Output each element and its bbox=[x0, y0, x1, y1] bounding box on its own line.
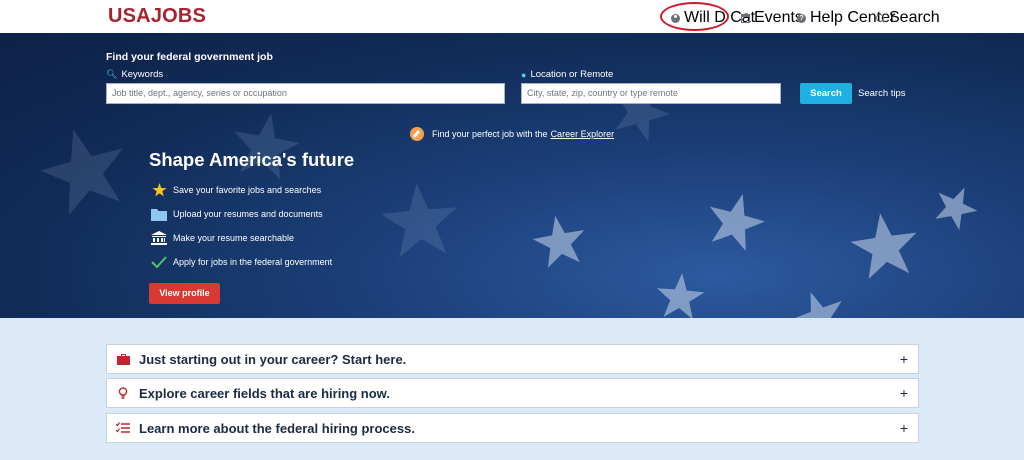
feature-item: Save your favorite jobs and searches bbox=[151, 183, 321, 197]
plus-icon[interactable]: + bbox=[900, 420, 908, 436]
feature-item: Upload your resumes and documents bbox=[151, 207, 323, 221]
accordion-hiring-process[interactable]: Learn more about the federal hiring proc… bbox=[106, 413, 919, 443]
feature-text: Upload your resumes and documents bbox=[173, 209, 323, 219]
location-input[interactable]: City, state, zip, country or type remote bbox=[521, 83, 781, 104]
keywords-input[interactable]: Job title, dept., agency, series or occu… bbox=[106, 83, 505, 104]
keywords-label: 🔍︎ Keywords bbox=[106, 69, 163, 80]
folder-icon bbox=[151, 207, 167, 221]
compass-icon bbox=[410, 127, 424, 141]
usajobs-logo[interactable]: USAJOBS bbox=[108, 5, 206, 28]
search-icon: 🔍︎ bbox=[106, 69, 118, 79]
location-label: ● Location or Remote bbox=[521, 69, 613, 80]
events-link[interactable]: Events bbox=[741, 9, 803, 27]
checklist-icon bbox=[107, 422, 139, 434]
accordion-career-start[interactable]: Just starting out in your career? Start … bbox=[106, 344, 919, 374]
location-pin-icon: ● bbox=[521, 69, 527, 80]
plus-icon[interactable]: + bbox=[900, 385, 908, 401]
career-explorer-link[interactable]: Career Explorer bbox=[551, 129, 615, 139]
building-icon bbox=[151, 231, 167, 245]
search-tips-link[interactable]: Search tips bbox=[858, 88, 906, 99]
search-nav-label: Search bbox=[889, 9, 940, 26]
find-job-title: Find your federal government job bbox=[106, 51, 273, 63]
calendar-icon bbox=[741, 13, 750, 23]
help-icon: ? bbox=[797, 13, 806, 23]
lightbulb-icon bbox=[107, 386, 139, 400]
location-label-text: Location or Remote bbox=[530, 69, 614, 80]
site-header: USAJOBS Will D Cat Events ? Help Center … bbox=[0, 0, 1024, 33]
star-icon bbox=[151, 183, 167, 197]
feature-item: Apply for jobs in the federal government bbox=[151, 255, 332, 269]
feature-text: Make your resume searchable bbox=[173, 233, 295, 243]
accordion-title: Explore career fields that are hiring no… bbox=[139, 385, 390, 401]
search-icon bbox=[876, 13, 885, 23]
events-label: Events bbox=[754, 9, 803, 26]
accordion-career-fields[interactable]: Explore career fields that are hiring no… bbox=[106, 378, 919, 408]
briefcase-icon bbox=[107, 353, 139, 365]
search-button[interactable]: Search bbox=[800, 83, 852, 104]
hero-section: Find your federal government job 🔍︎ Keyw… bbox=[0, 33, 1024, 318]
hero-title: Shape America's future bbox=[149, 149, 355, 170]
plus-icon[interactable]: + bbox=[900, 351, 908, 367]
explorer-text: Find your perfect job with the bbox=[432, 129, 548, 139]
feature-text: Apply for jobs in the federal government bbox=[173, 257, 333, 267]
accordion-title: Learn more about the federal hiring proc… bbox=[139, 420, 415, 436]
search-link[interactable]: Search bbox=[876, 9, 940, 27]
user-highlight-annotation bbox=[660, 2, 729, 31]
view-profile-button[interactable]: View profile bbox=[149, 283, 220, 304]
keywords-label-text: Keywords bbox=[121, 69, 164, 80]
check-icon bbox=[151, 255, 167, 269]
career-explorer-promo: Find your perfect job with the Career Ex… bbox=[410, 127, 614, 141]
accordion-title: Just starting out in your career? Start … bbox=[139, 351, 407, 367]
feature-item: Make your resume searchable bbox=[151, 231, 294, 245]
feature-text: Save your favorite jobs and searches bbox=[173, 185, 322, 195]
